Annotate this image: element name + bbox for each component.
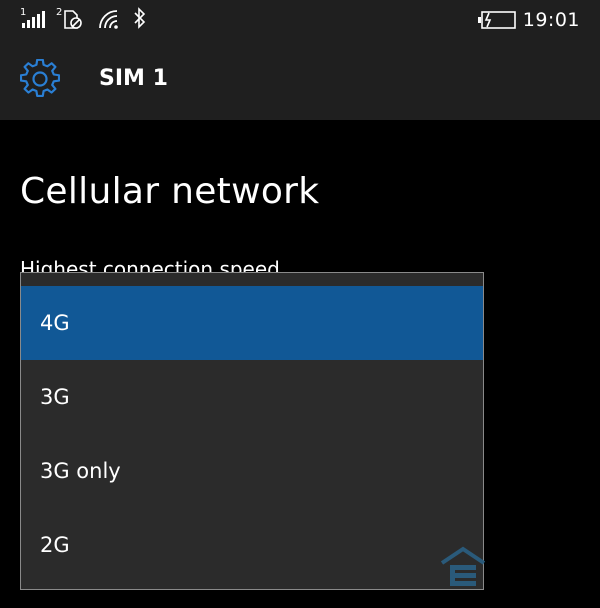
app-header: SIM 1 <box>0 42 600 120</box>
connection-speed-label: Highest connection speed <box>20 257 280 274</box>
sim1-indicator: 1 <box>20 7 26 18</box>
wifi-icon <box>99 10 118 29</box>
option-3g[interactable]: 3G <box>21 360 483 434</box>
signal-bars-icon: 1 <box>20 7 45 28</box>
section-heading: Cellular network <box>20 171 320 212</box>
option-2g[interactable]: 2G <box>21 508 483 582</box>
watermark-logo-icon <box>440 546 486 586</box>
battery-charging-icon <box>478 11 516 29</box>
connection-speed-dropdown: 4G 3G 3G only 2G <box>20 272 484 590</box>
page-title: SIM 1 <box>99 66 168 91</box>
status-bar: 1 2 19:01 <box>0 0 600 42</box>
option-3g-only[interactable]: 3G only <box>21 434 483 508</box>
sim2-no-signal-icon: 2 <box>56 7 82 29</box>
sim2-indicator: 2 <box>56 7 62 18</box>
bluetooth-icon <box>134 7 146 29</box>
option-4g[interactable]: 4G <box>21 286 483 360</box>
gear-icon[interactable] <box>20 59 60 99</box>
status-clock: 19:01 <box>522 9 580 31</box>
